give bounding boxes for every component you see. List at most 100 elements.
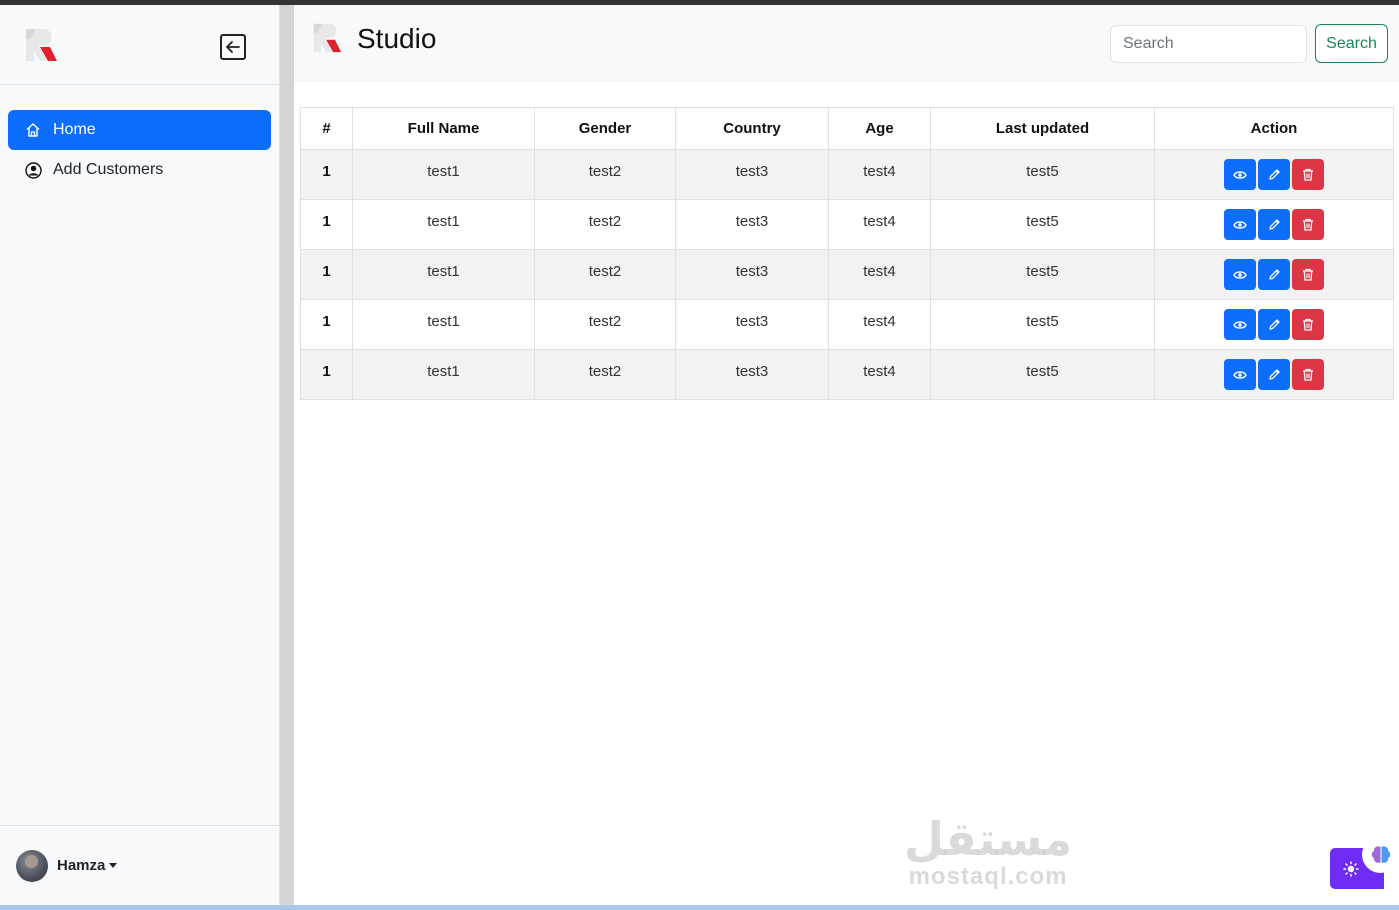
cell-country: test3 [675, 349, 829, 400]
brain-icon[interactable] [1362, 836, 1399, 873]
table-row: 1 test1 test2 test3 test4 test5 [300, 199, 1394, 250]
edit-button[interactable] [1258, 209, 1290, 240]
delete-button[interactable] [1292, 259, 1324, 290]
cell-country: test3 [675, 149, 829, 200]
cell-full-name: test1 [352, 249, 535, 300]
pencil-icon [1268, 268, 1281, 281]
delete-button[interactable] [1292, 159, 1324, 190]
trash-icon [1302, 168, 1314, 181]
column-header-full-name: Full Name [352, 107, 535, 150]
sidebar-item-label: Add Customers [53, 161, 164, 178]
cell-last-updated: test5 [930, 199, 1155, 250]
trash-icon [1302, 368, 1314, 381]
caret-down-icon [109, 863, 118, 868]
sidebar: Home Add Customers Hamza [0, 5, 280, 905]
page-header: Studio Search [294, 5, 1399, 83]
cell-number: 1 [300, 349, 353, 400]
watermark-latin: mostaql.com [908, 863, 1068, 890]
cell-number: 1 [300, 199, 353, 250]
edit-button[interactable] [1258, 309, 1290, 340]
user-circle-icon [24, 161, 42, 179]
collapse-sidebar-button[interactable] [220, 34, 246, 60]
view-button[interactable] [1224, 159, 1256, 190]
pencil-icon [1268, 318, 1281, 331]
column-header-age: Age [828, 107, 931, 150]
cell-last-updated: test5 [930, 299, 1155, 350]
cell-country: test3 [675, 249, 829, 300]
sun-icon [1343, 860, 1359, 877]
view-button[interactable] [1224, 259, 1256, 290]
cell-actions [1154, 249, 1394, 300]
view-button[interactable] [1224, 209, 1256, 240]
cell-age: test4 [828, 349, 931, 400]
arrow-left-icon [226, 41, 240, 53]
pencil-icon [1268, 368, 1281, 381]
edit-button[interactable] [1258, 259, 1290, 290]
cell-gender: test2 [534, 149, 676, 200]
search-button[interactable]: Search [1315, 24, 1388, 63]
cell-actions [1154, 299, 1394, 350]
home-icon [24, 121, 42, 139]
pencil-icon [1268, 218, 1281, 231]
cell-last-updated: test5 [930, 249, 1155, 300]
user-name: Hamza [57, 857, 106, 874]
cell-actions [1154, 199, 1394, 250]
cell-full-name: test1 [352, 149, 535, 200]
column-header-action: Action [1154, 107, 1394, 150]
watermark-arabic: مستقل [904, 812, 1073, 866]
customers-table: # Full Name Gender Country Age Last upda… [300, 107, 1394, 400]
cell-gender: test2 [534, 349, 676, 400]
eye-icon [1233, 270, 1247, 280]
delete-button[interactable] [1292, 309, 1324, 340]
sidebar-item-add-customers[interactable]: Add Customers [8, 150, 271, 190]
cell-full-name: test1 [352, 199, 535, 250]
column-header-last-updated: Last updated [930, 107, 1155, 150]
page-title: Studio [357, 23, 437, 54]
logo-icon [26, 29, 57, 61]
delete-button[interactable] [1292, 359, 1324, 390]
cell-last-updated: test5 [930, 349, 1155, 400]
eye-icon [1233, 370, 1247, 380]
table-header-row: # Full Name Gender Country Age Last upda… [300, 107, 1394, 150]
sidebar-item-label: Home [53, 121, 96, 138]
cell-number: 1 [300, 299, 353, 350]
cell-age: test4 [828, 149, 931, 200]
trash-icon [1302, 268, 1314, 281]
cell-country: test3 [675, 199, 829, 250]
cell-gender: test2 [534, 249, 676, 300]
table-row: 1 test1 test2 test3 test4 test5 [300, 349, 1394, 400]
column-header-gender: Gender [534, 107, 676, 150]
pencil-icon [1268, 168, 1281, 181]
search-input[interactable] [1110, 25, 1307, 63]
view-button[interactable] [1224, 309, 1256, 340]
column-header-number: # [300, 107, 353, 150]
cell-last-updated: test5 [930, 149, 1155, 200]
edit-button[interactable] [1258, 159, 1290, 190]
trash-icon [1302, 318, 1314, 331]
cell-age: test4 [828, 299, 931, 350]
table-row: 1 test1 test2 test3 test4 test5 [300, 299, 1394, 350]
sidebar-item-home[interactable]: Home [8, 110, 271, 150]
edit-button[interactable] [1258, 359, 1290, 390]
table-row: 1 test1 test2 test3 test4 test5 [300, 149, 1394, 200]
cell-age: test4 [828, 249, 931, 300]
sidebar-brand [0, 5, 279, 85]
view-button[interactable] [1224, 359, 1256, 390]
watermark: مستقل mostaql.com [904, 815, 1072, 891]
sidebar-divider [280, 5, 294, 905]
cell-number: 1 [300, 149, 353, 200]
cell-full-name: test1 [352, 349, 535, 400]
delete-button[interactable] [1292, 209, 1324, 240]
user-menu[interactable]: Hamza [0, 825, 279, 905]
cell-number: 1 [300, 249, 353, 300]
cell-gender: test2 [534, 199, 676, 250]
column-header-country: Country [675, 107, 829, 150]
cell-actions [1154, 349, 1394, 400]
cell-age: test4 [828, 199, 931, 250]
logo-icon [313, 23, 342, 53]
eye-icon [1233, 320, 1247, 330]
cell-gender: test2 [534, 299, 676, 350]
cell-country: test3 [675, 299, 829, 350]
eye-icon [1233, 170, 1247, 180]
trash-icon [1302, 218, 1314, 231]
